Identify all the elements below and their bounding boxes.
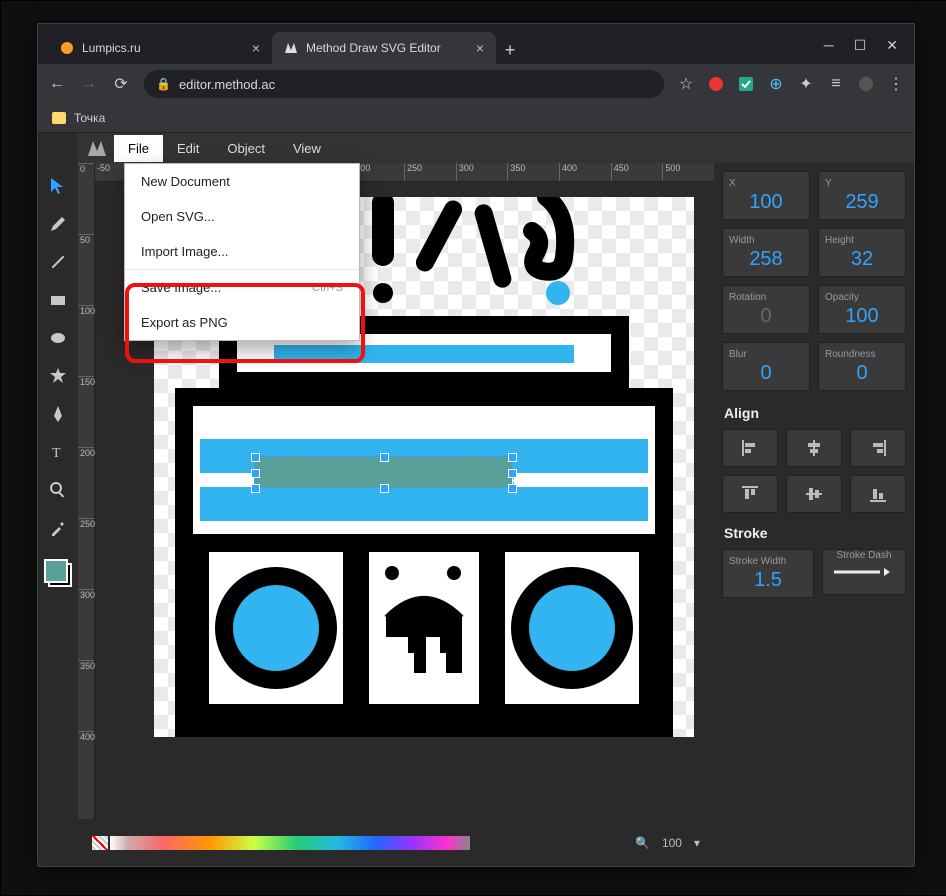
- ublock-green-icon[interactable]: [738, 76, 754, 92]
- fill-color-swatch: [44, 559, 68, 583]
- select-tool-icon[interactable]: [43, 171, 73, 201]
- back-icon[interactable]: ←: [48, 75, 66, 93]
- browser-window: Lumpics.ru × Method Draw SVG Editor × + …: [37, 23, 915, 867]
- fill-stroke-swatch[interactable]: [44, 559, 72, 587]
- menu-edit[interactable]: Edit: [163, 135, 213, 162]
- prop-x[interactable]: X100: [722, 171, 810, 220]
- align-right-button[interactable]: [850, 429, 906, 467]
- app-logo-icon: [86, 137, 108, 159]
- prop-stroke-dash[interactable]: Stroke Dash: [822, 549, 906, 595]
- prop-opacity[interactable]: Opacity100: [818, 285, 906, 334]
- svg-text:T: T: [52, 446, 61, 461]
- align-grid: [722, 429, 906, 513]
- align-center-v-button[interactable]: [786, 475, 842, 513]
- bottom-bar: 🔍 100 ▾: [78, 819, 714, 867]
- tab-lumpics[interactable]: Lumpics.ru ×: [48, 32, 272, 64]
- prop-width[interactable]: Width258: [722, 228, 810, 277]
- close-icon[interactable]: ×: [476, 41, 484, 55]
- tab-method-draw[interactable]: Method Draw SVG Editor ×: [272, 32, 496, 64]
- prop-rotation[interactable]: Rotation0: [722, 285, 810, 334]
- bookmark-label[interactable]: Точка: [74, 111, 105, 125]
- zoom-tool-icon[interactable]: [43, 475, 73, 505]
- tabs-strip: Lumpics.ru × Method Draw SVG Editor × +: [38, 32, 808, 64]
- menu-object[interactable]: Object: [213, 135, 279, 162]
- menuitem-open-svg[interactable]: Open SVG...: [125, 199, 359, 234]
- prop-blur[interactable]: Blur0: [722, 342, 810, 391]
- prop-roundness[interactable]: Roundness0: [818, 342, 906, 391]
- opera-red-icon[interactable]: [708, 76, 724, 92]
- align-bottom-button[interactable]: [850, 475, 906, 513]
- tab-title: Method Draw SVG Editor: [306, 41, 441, 55]
- properties-panel: Rectangle X100 Y259 Width258 Height32 Ro…: [714, 133, 914, 867]
- menuitem-import-image[interactable]: Import Image...: [125, 234, 359, 269]
- ellipse-tool-icon[interactable]: [43, 323, 73, 353]
- chevron-down-icon[interactable]: ▾: [694, 836, 700, 850]
- text-tool-icon[interactable]: T: [43, 437, 73, 467]
- tool-strip: T: [38, 133, 78, 867]
- minimize-icon[interactable]: ─: [824, 37, 834, 53]
- editor-shell: File Edit Object View New Document Open …: [38, 133, 914, 867]
- equalizer-icon[interactable]: ≡: [828, 76, 844, 92]
- globe-icon[interactable]: ⊕: [768, 76, 784, 92]
- nocolor-swatch[interactable]: [92, 836, 108, 850]
- file-menu-dropdown: New Document Open SVG... Import Image...…: [124, 163, 360, 341]
- selection-box[interactable]: [254, 456, 514, 490]
- favicon-method: [284, 41, 298, 55]
- folder-icon: [52, 112, 66, 124]
- address-bar[interactable]: 🔒 editor.method.ac: [144, 70, 664, 98]
- new-tab-button[interactable]: +: [496, 36, 524, 64]
- close-icon[interactable]: ×: [252, 41, 260, 55]
- stroke-label: Stroke: [724, 525, 906, 541]
- close-window-icon[interactable]: ✕: [886, 37, 898, 54]
- zoom-value[interactable]: 100: [662, 836, 682, 850]
- prop-stroke-width[interactable]: Stroke Width 1.5: [722, 549, 814, 598]
- favicon-lumpics: [60, 41, 74, 55]
- line-tool-icon[interactable]: [43, 247, 73, 277]
- puzzle-icon[interactable]: ✦: [798, 76, 814, 92]
- prop-y[interactable]: Y259: [818, 171, 906, 220]
- app-menubar: File Edit Object View: [78, 133, 914, 163]
- pencil-tool-icon[interactable]: [43, 209, 73, 239]
- color-palette[interactable]: [110, 836, 470, 850]
- align-center-h-button[interactable]: [786, 429, 842, 467]
- browser-nav-toolbar: ← → ⟳ 🔒 editor.method.ac ☆ ⊕ ✦ ≡ ⋮: [38, 64, 914, 104]
- align-label: Align: [724, 405, 906, 421]
- menu-view[interactable]: View: [279, 135, 335, 162]
- align-top-button[interactable]: [722, 475, 778, 513]
- lock-icon: 🔒: [156, 77, 171, 91]
- kebab-icon[interactable]: ⋮: [888, 76, 904, 92]
- forward-icon[interactable]: →: [80, 75, 98, 93]
- ruler-vertical: 050100150200250300350400: [78, 163, 95, 819]
- menuitem-save-image[interactable]: Save Image...Ctrl+S: [125, 269, 359, 305]
- menuitem-new-document[interactable]: New Document: [125, 164, 359, 199]
- align-left-button[interactable]: [722, 429, 778, 467]
- star-icon[interactable]: ☆: [678, 76, 694, 92]
- extension-icons: ☆ ⊕ ✦ ≡ ⋮: [678, 76, 904, 92]
- maximize-icon[interactable]: ☐: [854, 37, 867, 54]
- browser-titlebar: Lumpics.ru × Method Draw SVG Editor × + …: [38, 24, 914, 64]
- prop-height[interactable]: Height32: [818, 228, 906, 277]
- menu-file[interactable]: File: [114, 135, 163, 162]
- url-text: editor.method.ac: [179, 77, 275, 92]
- window-controls: ─ ☐ ✕: [808, 37, 914, 64]
- star-tool-icon[interactable]: [43, 361, 73, 391]
- avatar-icon[interactable]: [858, 76, 874, 92]
- rect-tool-icon[interactable]: [43, 285, 73, 315]
- zoom-icon[interactable]: 🔍: [635, 836, 650, 850]
- menuitem-export-png[interactable]: Export as PNG: [125, 305, 359, 340]
- tab-title: Lumpics.ru: [82, 41, 141, 55]
- reload-icon[interactable]: ⟳: [112, 74, 130, 94]
- eyedropper-tool-icon[interactable]: [43, 513, 73, 543]
- bookmarks-bar: Точка: [38, 104, 914, 133]
- path-tool-icon[interactable]: [43, 399, 73, 429]
